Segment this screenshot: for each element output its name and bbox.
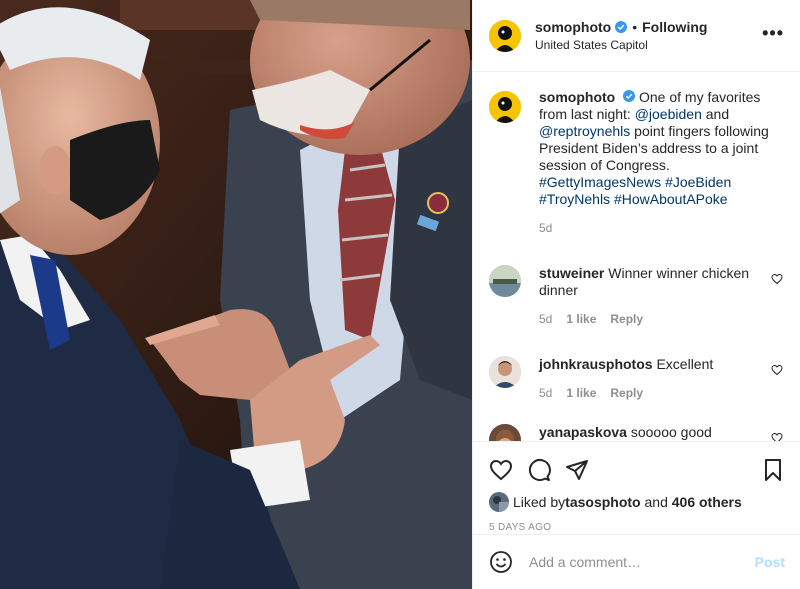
share-icon[interactable] xyxy=(565,458,589,482)
comment-likes[interactable]: 1 like xyxy=(566,385,596,402)
likes-prefix: Liked by xyxy=(513,494,566,510)
heart-icon[interactable] xyxy=(771,364,783,376)
reply-button[interactable]: Reply xyxy=(610,311,643,328)
comment-item: johnkrausphotos Excellent 5d 1 like Repl… xyxy=(489,356,785,402)
verified-icon xyxy=(623,90,636,102)
hashtag-link[interactable]: #TroyNehls xyxy=(539,191,610,207)
caption-username[interactable]: somophoto xyxy=(539,89,615,105)
post-detail-panel: somophoto • Following United States Capi… xyxy=(472,0,800,589)
comment-age[interactable]: 5d xyxy=(539,311,552,328)
comment-item: stuweiner Winner winner chicken dinner 5… xyxy=(489,265,785,328)
mention-link[interactable]: @joebiden xyxy=(635,106,702,122)
caption-age[interactable]: 5d xyxy=(539,220,552,237)
post-caption: somophoto One of my favorites from last … xyxy=(489,89,785,237)
more-icon[interactable]: ••• xyxy=(762,24,784,42)
liker-avatar[interactable] xyxy=(489,492,509,512)
comments-list[interactable]: somophoto One of my favorites from last … xyxy=(473,73,800,441)
comment-username[interactable]: johnkrausphotos xyxy=(539,356,653,372)
caption-text: and xyxy=(701,106,730,122)
comment-likes[interactable]: 1 like xyxy=(566,311,596,328)
post-date[interactable]: 5 DAYS AGO xyxy=(489,522,785,533)
hashtag-link[interactable]: #HowAboutAPoke xyxy=(614,191,728,207)
comment-input[interactable] xyxy=(529,554,739,570)
caption-avatar[interactable] xyxy=(489,91,521,123)
comment-username[interactable]: stuweiner xyxy=(539,265,604,281)
mention-link[interactable]: @reptroynehls xyxy=(539,123,630,139)
post-header: somophoto • Following United States Capi… xyxy=(473,0,800,72)
likes-summary: Liked by tasosphoto and 406 others xyxy=(489,492,785,512)
emoji-icon[interactable] xyxy=(489,550,513,574)
heart-icon[interactable] xyxy=(771,432,783,441)
reply-button[interactable]: Reply xyxy=(610,385,643,402)
hashtag-link[interactable]: #GettyImagesNews xyxy=(539,174,661,190)
follow-button[interactable]: Following xyxy=(642,18,707,36)
comment-text: sooooo good xyxy=(630,424,712,440)
post-button[interactable]: Post xyxy=(755,554,785,570)
comment-text: Excellent xyxy=(656,356,714,372)
author-avatar[interactable] xyxy=(489,19,521,52)
commenter-avatar[interactable] xyxy=(489,265,521,297)
heart-icon[interactable] xyxy=(489,458,513,482)
comment-username[interactable]: yanapaskova xyxy=(539,424,627,440)
comment-icon[interactable] xyxy=(527,458,551,482)
liker-username[interactable]: tasosphoto xyxy=(565,494,640,510)
comment-item: yanapaskova sooooo good xyxy=(489,424,785,441)
comment-age[interactable]: 5d xyxy=(539,385,552,402)
author-username[interactable]: somophoto xyxy=(535,18,611,36)
hashtag-link[interactable]: #JoeBiden xyxy=(665,174,731,190)
separator-dot: • xyxy=(632,18,638,35)
likes-mid: and xyxy=(640,494,672,510)
add-comment-bar: Post xyxy=(473,534,800,589)
post-actions: Liked by tasosphoto and 406 others 5 DAY… xyxy=(473,441,800,533)
heart-icon[interactable] xyxy=(771,273,783,285)
verified-icon xyxy=(615,20,628,33)
commenter-avatar[interactable] xyxy=(489,356,521,388)
bookmark-icon[interactable] xyxy=(761,458,785,482)
likes-others[interactable]: 406 others xyxy=(672,494,742,510)
post-photo[interactable] xyxy=(0,0,472,589)
location-link[interactable]: United States Capitol xyxy=(535,36,707,54)
commenter-avatar[interactable] xyxy=(489,424,521,441)
